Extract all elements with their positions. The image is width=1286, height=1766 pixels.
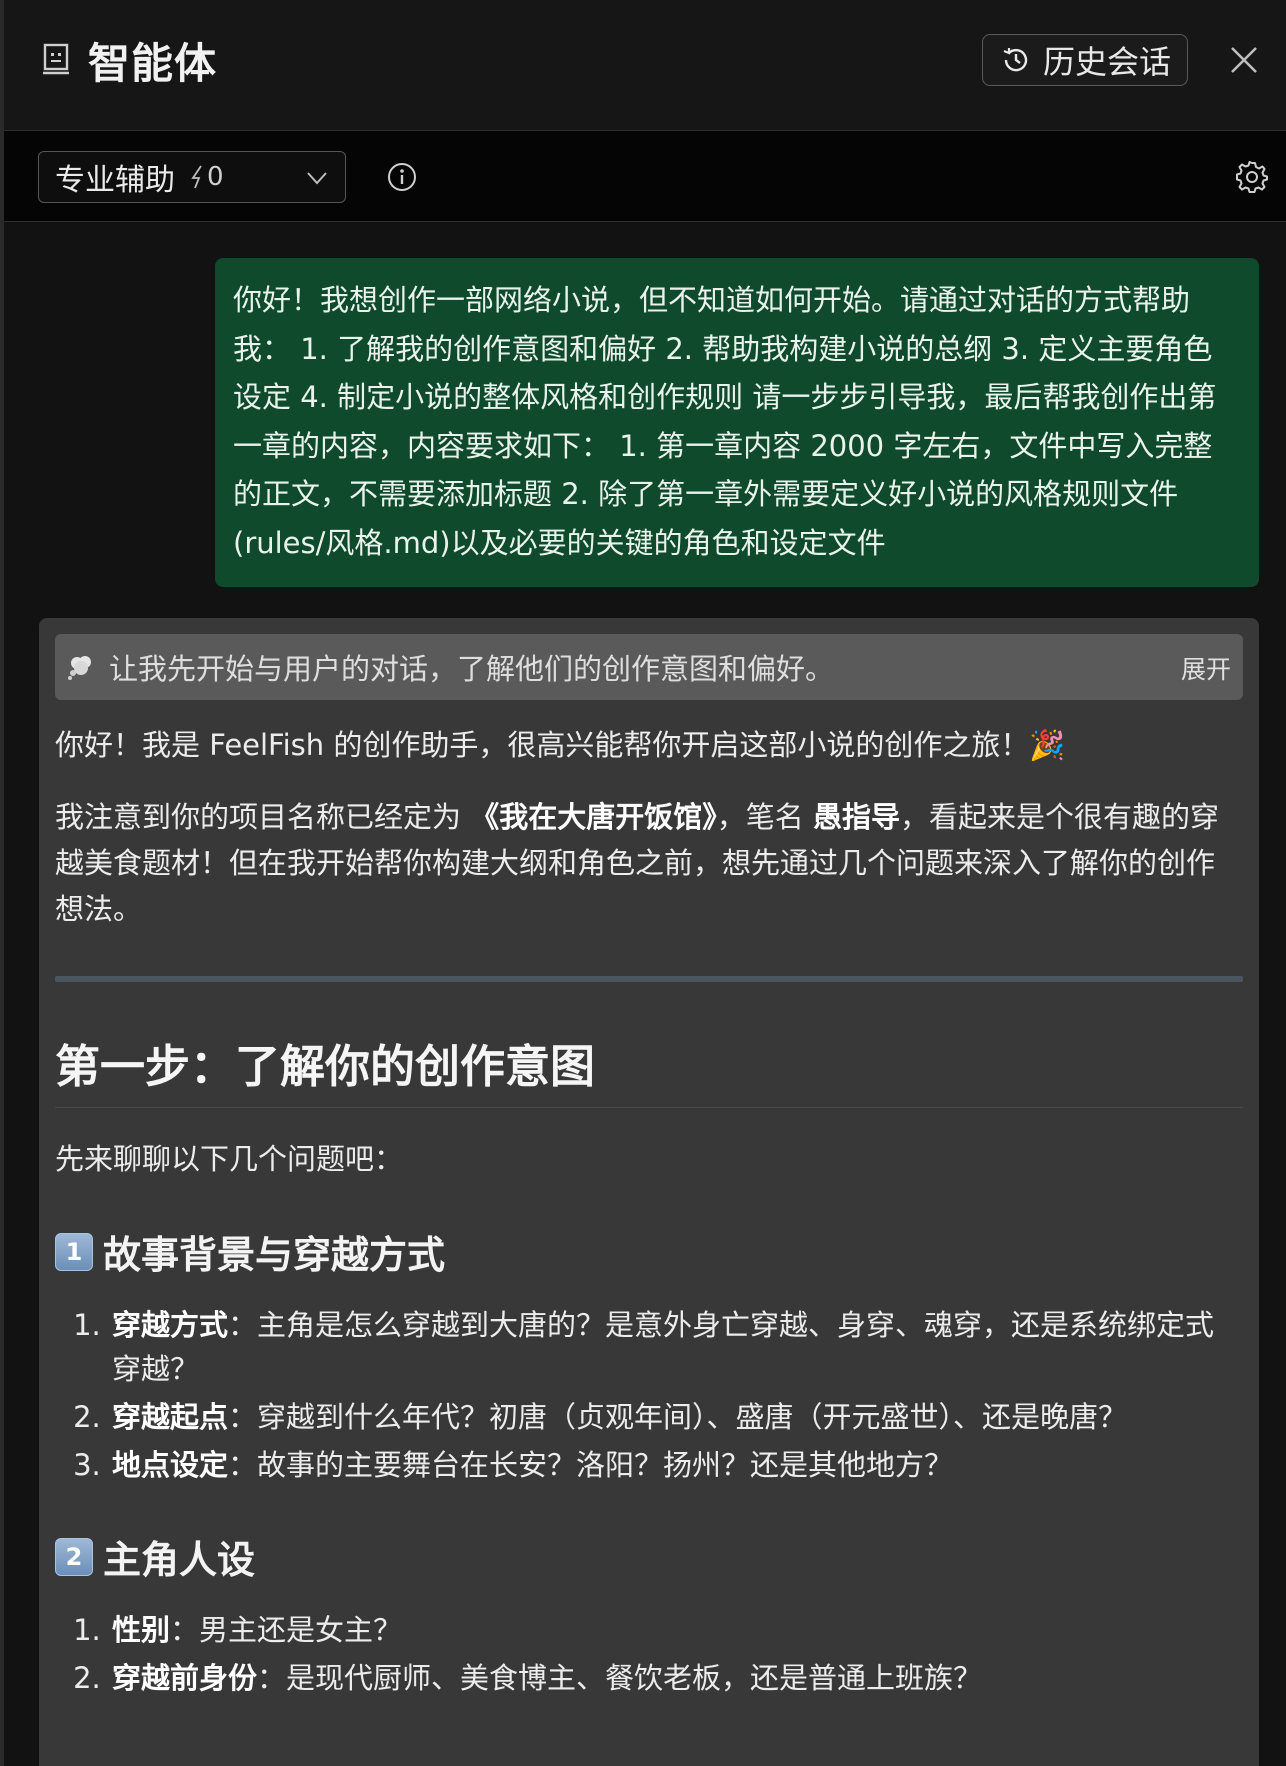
list-item: 穿越起点：穿越到什么年代？初唐（贞观年间）、盛唐（开元盛世）、还是晚唐？ <box>110 1395 1243 1439</box>
agent-toolbar: 专业辅助 0 <box>4 131 1286 222</box>
mode-select-label: 专业辅助 <box>55 163 175 198</box>
item-text: ：是现代厨师、美食博主、餐饮老板，还是普通上班族？ <box>257 1661 983 1695</box>
section-heading: 1 故事背景与穿越方式 <box>55 1224 1243 1279</box>
item-label: 穿越起点 <box>112 1400 229 1434</box>
list-item: 穿越方式：主角是怎么穿越到大唐的？是意外身亡穿越、身穿、魂穿，还是系统绑定式穿越… <box>110 1303 1243 1391</box>
keycap-number-icon: 1 <box>55 1232 93 1271</box>
close-icon[interactable] <box>1226 42 1262 78</box>
assistant-message: 让我先开始与用户的对话，了解他们的创作意图和偏好。 展开 你好！我是 FeelF… <box>39 618 1259 1766</box>
panel-header: 智能体 历史会话 <box>4 0 1286 131</box>
question-list: 穿越方式：主角是怎么穿越到大唐的？是意外身亡穿越、身穿、魂穿，还是系统绑定式穿越… <box>55 1303 1243 1487</box>
item-label: 地点设定 <box>112 1448 229 1482</box>
item-label: 穿越方式 <box>112 1308 229 1342</box>
thought-bubble-icon <box>68 656 91 680</box>
item-label: 性别 <box>112 1613 171 1647</box>
section-heading: 2 主角人设 <box>55 1529 1243 1584</box>
pen-name: 愚指导 <box>812 800 900 834</box>
chat-area: 你好！我想创作一部网络小说，但不知道如何开始。请通过对话的方式帮助我： 1. 了… <box>4 222 1286 1766</box>
info-icon[interactable] <box>387 162 417 192</box>
credit-indicator: 0 <box>189 162 224 192</box>
mode-select[interactable]: 专业辅助 0 <box>38 151 346 203</box>
credit-value: 0 <box>207 162 224 192</box>
intro-paragraph: 我注意到你的项目名称已经定为 《我在大唐开饭馆》，笔名 愚指导，看起来是个很有趣… <box>55 794 1243 932</box>
step-heading: 第一步：了解你的创作意图 <box>55 1030 1243 1108</box>
lightning-icon <box>191 165 202 189</box>
assistant-content: 你好！我是 FeelFish 的创作助手，很高兴能帮你开启这部小说的创作之旅！🎉… <box>55 722 1243 1700</box>
expand-button[interactable]: 展开 <box>1181 650 1231 686</box>
robot-face-icon <box>43 43 69 75</box>
item-text: ：穿越到什么年代？初唐（贞观年间）、盛唐（开元盛世）、还是晚唐？ <box>228 1400 1128 1434</box>
chevron-down-icon <box>307 172 327 185</box>
list-item: 穿越前身份：是现代厨师、美食博主、餐饮老板，还是普通上班族？ <box>110 1656 1243 1700</box>
panel-title: 智能体 <box>88 39 218 88</box>
keycap-number-icon: 2 <box>55 1537 93 1576</box>
list-item: 地点设定：故事的主要舞台在长安？洛阳？扬州？还是其他地方？ <box>110 1443 1243 1487</box>
user-message: 你好！我想创作一部网络小说，但不知道如何开始。请通过对话的方式帮助我： 1. 了… <box>215 258 1259 587</box>
divider <box>55 976 1243 982</box>
section-title: 主角人设 <box>103 1538 256 1582</box>
item-label: 穿越前身份 <box>112 1661 258 1695</box>
history-clock-icon <box>1003 48 1028 72</box>
item-text: ：主角是怎么穿越到大唐的？是意外身亡穿越、身穿、魂穿，还是系统绑定式穿越？ <box>112 1308 1215 1386</box>
thought-text: 让我先开始与用户的对话，了解他们的创作意图和偏好。 <box>109 652 835 686</box>
project-name: 《我在大唐开饭馆》 <box>470 800 717 834</box>
section-title: 故事背景与穿越方式 <box>103 1233 446 1277</box>
agent-panel: 智能体 历史会话 专业辅助 0 你好！我想创作一部网络小说，但不知道如何开始。请… <box>0 0 1286 1766</box>
greeting-paragraph: 你好！我是 FeelFish 的创作助手，很高兴能帮你开启这部小说的创作之旅！🎉 <box>55 728 1066 762</box>
question-list: 性别：男主还是女主？ 穿越前身份：是现代厨师、美食博主、餐饮老板，还是普通上班族… <box>55 1608 1243 1700</box>
gear-icon[interactable] <box>1236 161 1268 193</box>
item-text: ：男主还是女主？ <box>170 1613 403 1647</box>
item-text: ：故事的主要舞台在长安？洛阳？扬州？还是其他地方？ <box>228 1448 954 1482</box>
history-button-label: 历史会话 <box>1043 43 1172 81</box>
thought-summary[interactable]: 让我先开始与用户的对话，了解他们的创作意图和偏好。 展开 <box>55 634 1243 700</box>
intro-text-1: 我注意到你的项目名称已经定为 <box>55 800 471 834</box>
intro-text-2: ，笔名 <box>716 800 813 834</box>
history-button[interactable]: 历史会话 <box>982 34 1188 86</box>
list-item: 性别：男主还是女主？ <box>110 1608 1243 1652</box>
step-intro: 先来聊聊以下几个问题吧： <box>55 1142 404 1176</box>
